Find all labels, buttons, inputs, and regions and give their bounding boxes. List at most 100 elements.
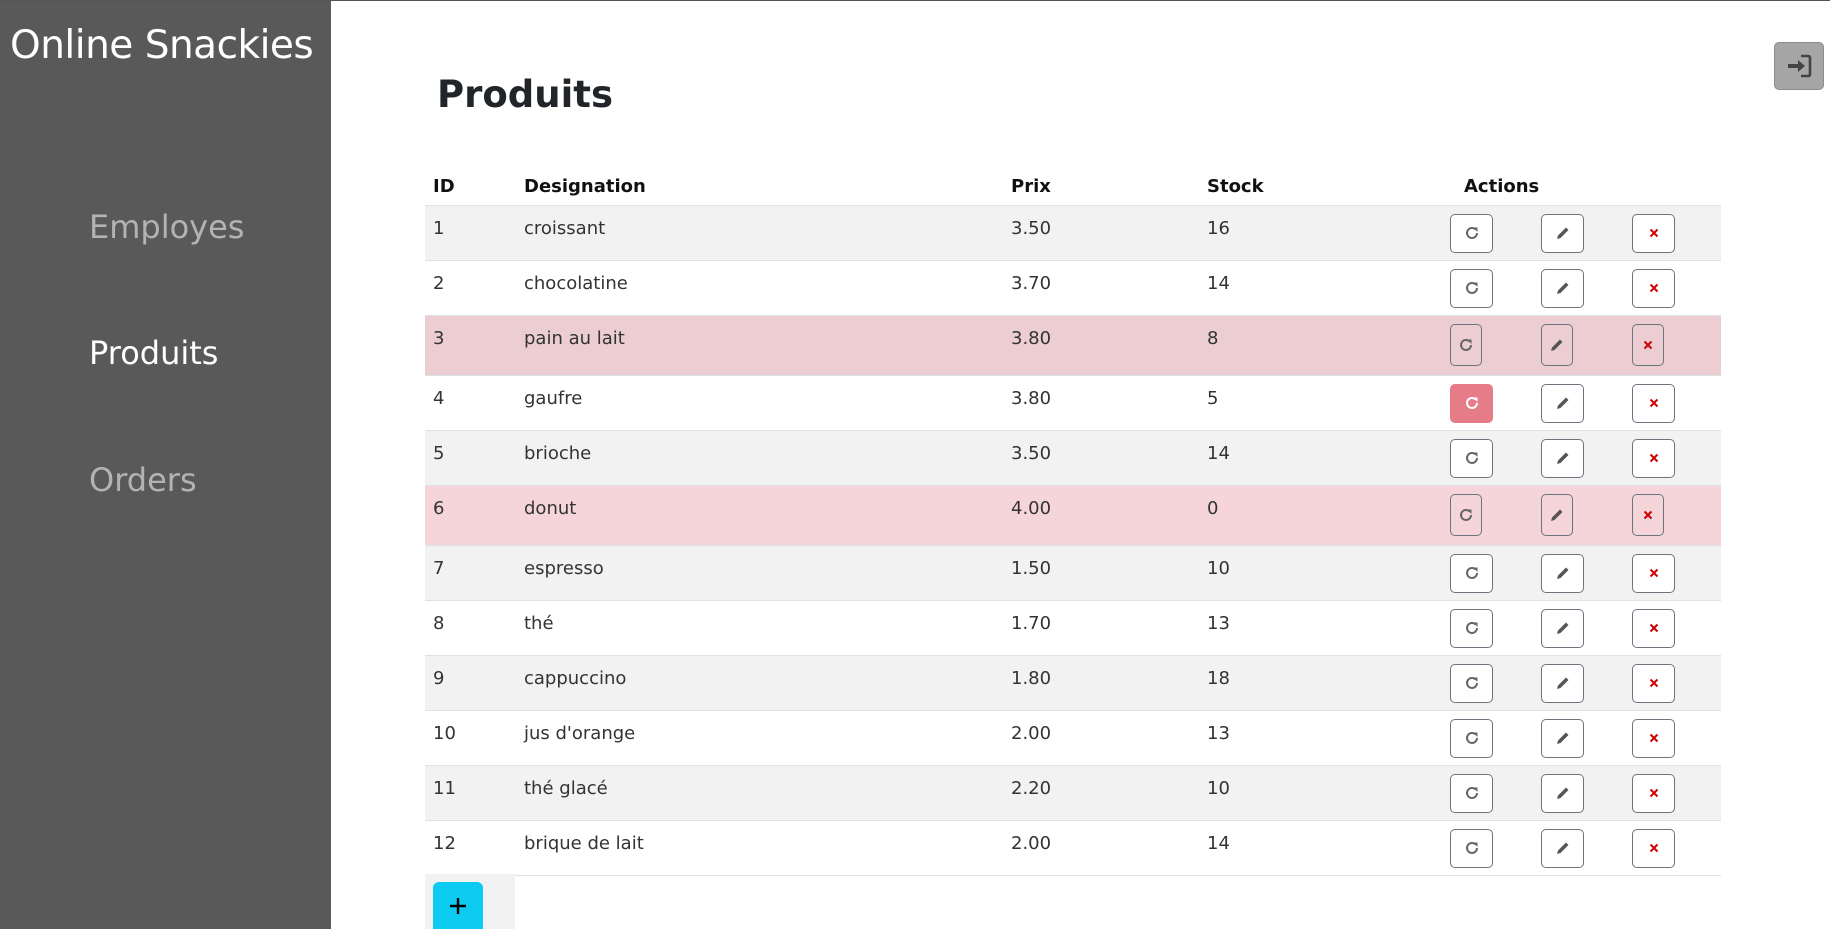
edit-button[interactable]: [1541, 323, 1573, 366]
cell-designation: donut: [516, 485, 1003, 546]
cell-prix: 3.50: [1003, 430, 1199, 486]
restock-button[interactable]: [1450, 383, 1493, 423]
products-table-wrapper: ID Designation Prix Stock Actions 1 croi…: [425, 168, 1721, 876]
restock-icon: [1464, 675, 1480, 691]
cell-designation: brique de lait: [516, 820, 1003, 876]
restock-button[interactable]: [1450, 438, 1493, 478]
column-header-designation: Designation: [516, 168, 1003, 206]
cell-stock: 18: [1199, 655, 1450, 711]
edit-button[interactable]: [1541, 663, 1584, 703]
cell-stock: 8: [1199, 315, 1450, 376]
delete-button[interactable]: [1632, 663, 1675, 703]
cell-action-restock: [1450, 710, 1541, 766]
cell-action-edit: [1541, 485, 1632, 546]
cell-designation: cappuccino: [516, 655, 1003, 711]
delete-button[interactable]: [1632, 438, 1675, 478]
edit-icon: [1555, 395, 1571, 411]
delete-icon: [1647, 396, 1661, 410]
cell-id: 10: [425, 710, 516, 766]
cell-action-edit: [1541, 315, 1632, 376]
delete-button[interactable]: [1632, 213, 1675, 253]
nav-item-produits[interactable]: Produits: [89, 334, 218, 372]
sidebar: Online Snackies Employes Produits Orders: [0, 1, 331, 929]
restock-button[interactable]: [1450, 553, 1493, 593]
cell-action-restock: [1450, 205, 1541, 261]
cell-id: 7: [425, 545, 516, 601]
edit-icon: [1555, 565, 1571, 581]
restock-button[interactable]: [1450, 663, 1493, 703]
cell-action-edit: [1541, 205, 1632, 261]
delete-button[interactable]: [1632, 383, 1675, 423]
cell-designation: chocolatine: [516, 260, 1003, 316]
delete-button[interactable]: [1632, 828, 1675, 868]
edit-button[interactable]: [1541, 213, 1584, 253]
restock-button[interactable]: [1450, 773, 1493, 813]
delete-icon: [1647, 731, 1661, 745]
delete-icon: [1647, 841, 1661, 855]
delete-icon: [1647, 451, 1661, 465]
delete-icon: [1647, 226, 1661, 240]
cell-action-edit: [1541, 375, 1632, 431]
delete-icon: [1641, 508, 1655, 522]
cell-prix: 3.80: [1003, 315, 1199, 376]
edit-button[interactable]: [1541, 553, 1584, 593]
delete-button[interactable]: [1632, 718, 1675, 758]
cell-id: 2: [425, 260, 516, 316]
delete-icon: [1647, 621, 1661, 635]
delete-button[interactable]: [1632, 553, 1675, 593]
nav-item-employes[interactable]: Employes: [89, 208, 244, 246]
edit-button[interactable]: [1541, 383, 1584, 423]
edit-icon: [1555, 730, 1571, 746]
cell-id: 5: [425, 430, 516, 486]
cell-stock: 14: [1199, 430, 1450, 486]
page-title: Produits: [437, 73, 614, 116]
cell-action-delete: [1632, 655, 1721, 711]
delete-icon: [1647, 786, 1661, 800]
delete-button[interactable]: [1632, 323, 1664, 366]
cell-id: 3: [425, 315, 516, 376]
table-row: 11 thé glacé 2.20 10: [425, 765, 1721, 821]
cell-prix: 1.50: [1003, 545, 1199, 601]
cell-action-delete: [1632, 430, 1721, 486]
edit-button[interactable]: [1541, 493, 1573, 536]
cell-id: 6: [425, 485, 516, 546]
restock-button[interactable]: [1450, 493, 1482, 536]
restock-icon: [1464, 395, 1480, 411]
cell-stock: 10: [1199, 765, 1450, 821]
login-button[interactable]: [1774, 42, 1824, 90]
cell-designation: pain au lait: [516, 315, 1003, 376]
restock-button[interactable]: [1450, 268, 1493, 308]
restock-button[interactable]: [1450, 213, 1493, 253]
table-row: 7 espresso 1.50 10: [425, 545, 1721, 601]
table-row: 10 jus d'orange 2.00 13: [425, 710, 1721, 766]
restock-button[interactable]: [1450, 718, 1493, 758]
edit-button[interactable]: [1541, 608, 1584, 648]
cell-id: 1: [425, 205, 516, 261]
delete-icon: [1647, 281, 1661, 295]
restock-button[interactable]: [1450, 828, 1493, 868]
cell-prix: 2.20: [1003, 765, 1199, 821]
edit-icon: [1555, 840, 1571, 856]
add-button-cell: [425, 874, 515, 929]
cell-action-delete: [1632, 375, 1721, 431]
cell-id: 8: [425, 600, 516, 656]
nav-item-orders[interactable]: Orders: [89, 461, 197, 499]
edit-button[interactable]: [1541, 268, 1584, 308]
cell-stock: 14: [1199, 820, 1450, 876]
delete-button[interactable]: [1632, 773, 1675, 813]
edit-button[interactable]: [1541, 438, 1584, 478]
edit-button[interactable]: [1541, 828, 1584, 868]
delete-button[interactable]: [1632, 608, 1675, 648]
restock-button[interactable]: [1450, 323, 1482, 366]
delete-button[interactable]: [1632, 493, 1664, 536]
edit-button[interactable]: [1541, 773, 1584, 813]
add-product-button[interactable]: [433, 882, 483, 929]
sign-in-icon: [1788, 54, 1812, 78]
restock-icon: [1464, 565, 1480, 581]
cell-designation: gaufre: [516, 375, 1003, 431]
restock-button[interactable]: [1450, 608, 1493, 648]
edit-button[interactable]: [1541, 718, 1584, 758]
delete-button[interactable]: [1632, 268, 1675, 308]
table-row: 6 donut 4.00 0: [425, 485, 1721, 546]
cell-action-restock: [1450, 375, 1541, 431]
